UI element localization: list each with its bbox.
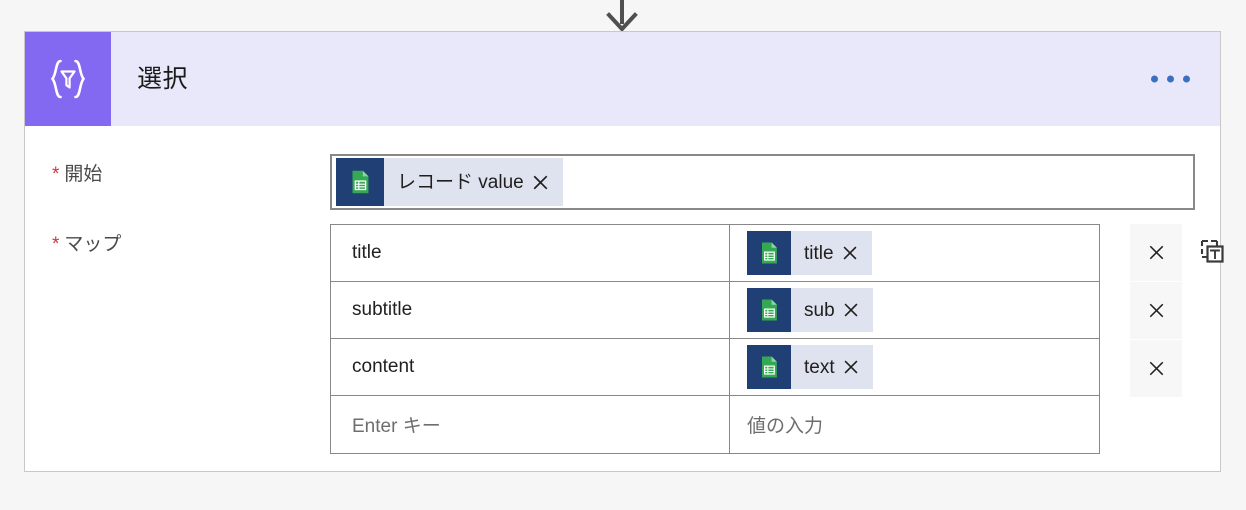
table-row: subtitle sub [331, 282, 1099, 339]
map-key-input[interactable]: subtitle [331, 282, 730, 338]
close-icon[interactable] [841, 302, 873, 318]
select-action-card[interactable]: 選択 * 開始 レコード value * マップ title title sub… [24, 31, 1224, 472]
switch-to-text-mode-icon [1198, 237, 1226, 270]
map-key-input[interactable]: content [331, 339, 730, 395]
close-icon [1147, 301, 1166, 320]
menu-dot-2 [1167, 75, 1174, 83]
field-from-label: * 開始 [52, 154, 330, 184]
map-key-input[interactable]: title [331, 225, 730, 281]
arrow-down-icon [604, 0, 640, 32]
close-icon[interactable] [840, 245, 872, 261]
from-input[interactable]: レコード value [330, 154, 1195, 210]
token-label: title [804, 242, 834, 264]
select-braces-filter-icon [45, 57, 91, 101]
field-from: * 開始 レコード value [52, 154, 1195, 210]
dynamic-content-token[interactable]: sub [747, 288, 873, 332]
map-table: title title subtitle sub content text En… [330, 224, 1100, 454]
action-card-header[interactable]: 選択 [25, 32, 1220, 126]
close-icon [1147, 243, 1166, 262]
field-map: * マップ title title subtitle sub content t… [52, 224, 1224, 454]
menu-dot-1 [1151, 75, 1158, 83]
field-map-label-text: マップ [64, 234, 122, 255]
close-icon [1147, 359, 1166, 378]
google-sheets-icon [336, 158, 384, 206]
switch-to-text-mode-button[interactable] [1193, 234, 1231, 272]
action-card-body: * 開始 レコード value * マップ title title subtit… [25, 126, 1224, 471]
delete-row-button-2[interactable] [1130, 282, 1182, 339]
token-label: sub [804, 299, 835, 321]
menu-dot-3 [1183, 75, 1190, 83]
close-icon[interactable] [530, 174, 563, 191]
new-map-key-input[interactable]: Enter キー [331, 396, 730, 453]
field-from-label-text: 開始 [64, 164, 103, 185]
dynamic-content-token[interactable]: title [747, 231, 872, 275]
delete-row-button-1[interactable] [1130, 224, 1182, 281]
dynamic-content-token[interactable]: text [747, 345, 873, 389]
table-row: content text [331, 339, 1099, 396]
flow-action-canvas: 選択 * 開始 レコード value * マップ title title sub… [0, 0, 1246, 510]
dynamic-content-token[interactable]: レコード value [336, 158, 563, 206]
close-icon[interactable] [841, 359, 873, 375]
map-value-input[interactable]: title [730, 225, 1099, 281]
google-sheets-icon [747, 345, 791, 389]
action-icon-block [25, 32, 111, 126]
token-label: text [804, 356, 835, 378]
table-row-new: Enter キー 値の入力 [331, 396, 1099, 453]
page-title: 選択 [137, 64, 189, 93]
map-value-input[interactable]: sub [730, 282, 1099, 338]
field-map-label: * マップ [52, 224, 330, 254]
table-row: title title [331, 225, 1099, 282]
connector-arrow [0, 0, 1246, 32]
required-asterisk: * [52, 234, 60, 255]
google-sheets-icon [747, 288, 791, 332]
delete-row-button-3[interactable] [1130, 340, 1182, 397]
new-map-value-input[interactable]: 値の入力 [730, 396, 1099, 453]
map-value-input[interactable]: text [730, 339, 1099, 395]
required-asterisk: * [52, 164, 60, 185]
google-sheets-icon [747, 231, 791, 275]
token-label: レコード value [397, 171, 524, 193]
action-overflow-menu-button[interactable] [1145, 66, 1196, 93]
